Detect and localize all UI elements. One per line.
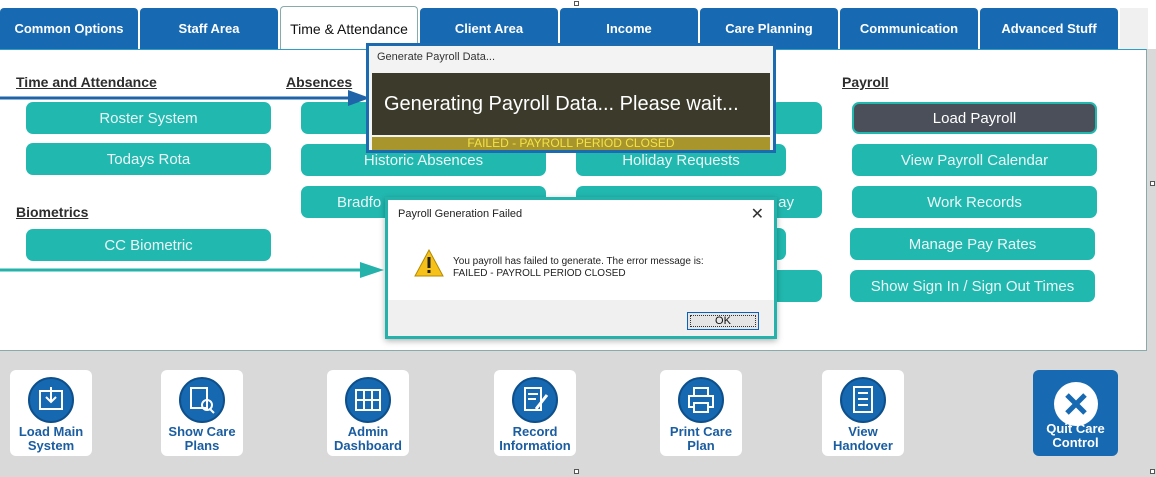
tray-download-icon [28,377,74,423]
quit-care-control-button[interactable]: Quit Care Control [1033,370,1118,456]
section-heading-payroll: Payroll [842,74,889,90]
tab-advanced-stuff[interactable]: Advanced Stuff [980,8,1118,49]
quit-label: Control [1052,435,1099,450]
resize-handle[interactable] [1150,181,1155,186]
toolbar-label: Admin [347,424,389,439]
holiday-button-1[interactable] [771,102,822,134]
toolbar-label: Record [512,424,558,439]
ok-button[interactable]: OK [687,312,759,330]
admin-dashboard-button[interactable]: Admin Dashboard [327,370,409,456]
resize-handle[interactable] [574,469,579,474]
dialog-title: Payroll Generation Failed [398,208,523,220]
toolbar-label: Dashboard [334,438,402,453]
generate-window-body: Generating Payroll Data... Please wait..… [372,73,770,135]
edit-document-icon [512,377,558,423]
documents-search-icon [179,377,225,423]
manage-pay-rates-button[interactable]: Manage Pay Rates [850,228,1095,260]
toolbar-label: Print Care [669,424,733,439]
generate-message: Generating Payroll Data... Please wait..… [384,93,739,115]
dashboard-grid-icon [345,377,391,423]
section-heading-biometrics: Biometrics [16,204,89,220]
checklist-icon [840,377,886,423]
toolbar-label: Handover [833,438,893,453]
holiday-button-5[interactable] [771,270,822,302]
print-care-plan-button[interactable]: Print Care Plan [660,370,742,456]
resize-handle[interactable] [574,1,579,6]
tab-staff-area[interactable]: Staff Area [140,8,278,49]
show-sign-in-out-button[interactable]: Show Sign In / Sign Out Times [850,270,1095,302]
close-icon[interactable]: ✕ [751,204,764,224]
dialog-message-line2: FAILED - PAYROLL PERIOD CLOSED [453,268,626,279]
dialog-body: You payroll has failed to generate. The … [388,228,774,300]
toolbar-label: View [848,424,878,439]
warning-icon [414,249,444,277]
resize-handle[interactable] [1150,469,1155,474]
generate-status-bar: FAILED - PAYROLL PERIOD CLOSED [372,137,770,150]
toolbar-label: Plans [184,438,220,453]
tab-common-options[interactable]: Common Options [0,8,138,49]
cc-biometric-button[interactable]: CC Biometric [26,229,271,261]
tab-communication[interactable]: Communication [840,8,978,49]
toolbar-label: System [27,438,75,453]
quit-label: Quit Care [1046,421,1105,436]
annotation-arrow-bottom [0,262,384,278]
load-main-system-button[interactable]: Load Main System [10,370,92,456]
dialog-message-line1: You payroll has failed to generate. The … [453,256,704,267]
generate-payroll-window: Generate Payroll Data... Generating Payr… [366,43,776,153]
view-handover-button[interactable]: View Handover [822,370,904,456]
record-information-button[interactable]: Record Information [494,370,576,456]
tab-bar: Common Options Staff Area Time & Attenda… [0,0,1156,50]
toolbar-label: Show Care [168,424,236,439]
annotation-arrow-top [0,90,370,106]
payroll-failed-dialog: Payroll Generation Failed ✕ You payroll … [385,197,777,339]
todays-rota-button[interactable]: Todays Rota [26,143,271,175]
view-payroll-calendar-button[interactable]: View Payroll Calendar [852,144,1097,176]
tab-bar-filler [1120,8,1148,49]
dialog-message: You payroll has failed to generate. The … [453,256,704,280]
close-circle-icon [1053,382,1098,426]
generate-window-title: Generate Payroll Data... [377,51,496,63]
work-records-button[interactable]: Work Records [852,186,1097,218]
show-care-plans-button[interactable]: Show Care Plans [161,370,243,456]
toolbar-label: Plan [687,438,715,453]
dialog-titlebar: Payroll Generation Failed ✕ [388,200,774,228]
printer-icon [678,377,724,423]
toolbar-label: Load Main [18,424,84,439]
toolbar-label: Information [499,438,571,453]
load-payroll-button[interactable]: Load Payroll [852,102,1097,134]
